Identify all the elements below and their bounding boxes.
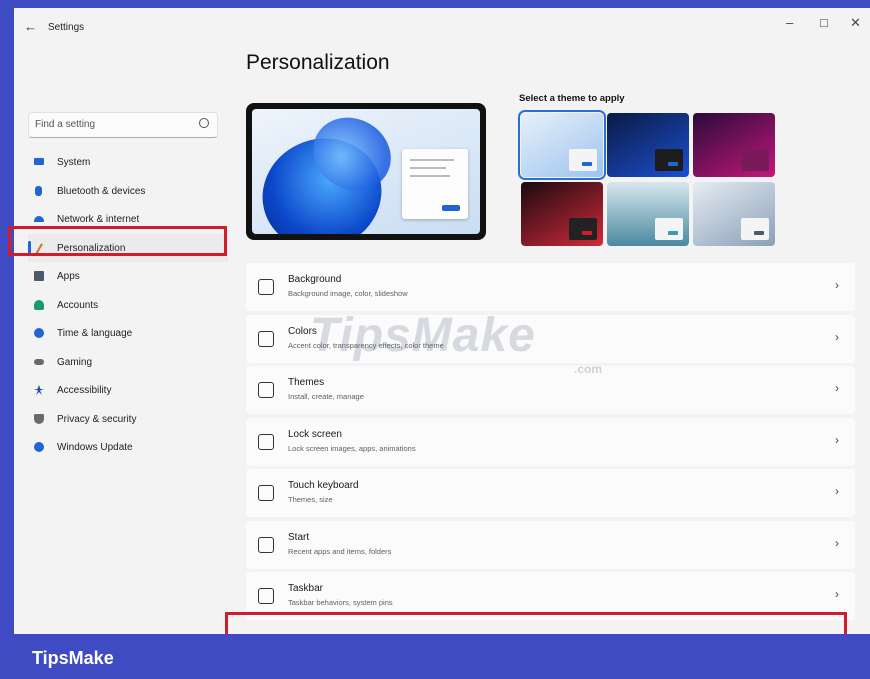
search-input[interactable]: Find a setting: [35, 119, 95, 130]
sidebar-item-label: Accounts: [57, 299, 99, 311]
theme-window-icon: [569, 149, 597, 171]
chevron-right-icon: ›: [835, 535, 839, 550]
sidebar-nav: System Bluetooth & devices Network & inter…: [28, 148, 228, 462]
preview-wallpaper: [252, 109, 480, 234]
settings-row-touch-keyboard[interactable]: Touch keyboard Themes, size ›: [246, 469, 855, 517]
row-title: Taskbar: [288, 583, 324, 594]
footer-banner: TipsMake: [0, 634, 870, 679]
theme-option[interactable]: [607, 182, 689, 246]
row-title: Touch keyboard: [288, 480, 359, 491]
accessibility-icon: [34, 385, 44, 395]
sidebar-item-apps[interactable]: Apps: [28, 262, 228, 291]
preview-accent-button: [442, 205, 460, 211]
row-subtitle: Recent apps and items, folders: [288, 546, 392, 556]
search-box[interactable]: Find a setting: [28, 112, 218, 138]
sidebar-item-windows-update[interactable]: Windows Update: [28, 433, 228, 462]
sidebar-item-label: Windows Update: [57, 442, 133, 453]
person-icon: [34, 299, 44, 310]
settings-row-themes[interactable]: Themes Install, create, manage ›: [246, 366, 855, 414]
back-arrow-icon[interactable]: ←: [24, 19, 37, 34]
sidebar-item-label: Time & language: [57, 328, 133, 339]
bluetooth-icon: [35, 185, 42, 196]
sidebar-item-label: Gaming: [57, 356, 93, 368]
settings-window: ← Settings – □ ✕ Personalization Find a …: [14, 8, 870, 634]
row-subtitle: Taskbar behaviors, system pins: [288, 598, 393, 607]
sidebar-item-label: Accessibility: [57, 385, 112, 396]
wifi-icon: [34, 216, 44, 222]
taskbar-icon: [258, 588, 274, 604]
theme-option[interactable]: [693, 182, 775, 246]
theme-window-icon: [569, 218, 597, 240]
globe-clock-icon: [34, 328, 44, 338]
apps-icon: [34, 271, 44, 281]
chevron-right-icon: ›: [835, 432, 839, 447]
sidebar-item-label: System: [57, 157, 91, 168]
theme-window-icon: [655, 149, 683, 171]
title-bar: ← Settings – □ ✕: [14, 8, 870, 48]
image-icon: [258, 279, 274, 295]
shield-icon: [34, 413, 44, 424]
sidebar-item-privacy-security[interactable]: Privacy & security: [28, 405, 228, 434]
start-icon: [258, 536, 274, 553]
sidebar-item-label: Privacy & security: [57, 413, 137, 425]
row-subtitle: Themes, size: [288, 495, 333, 504]
sidebar-item-bluetooth-devices[interactable]: Bluetooth & devices: [28, 177, 228, 206]
theme-option[interactable]: [607, 113, 689, 177]
settings-row-background[interactable]: Background Background image, color, slide…: [246, 263, 855, 311]
settings-row-start[interactable]: Start Recent apps and items, folders ›: [246, 520, 855, 569]
update-icon: [34, 442, 44, 452]
sidebar-item-system[interactable]: System: [28, 148, 228, 177]
chevron-right-icon: ›: [835, 484, 839, 498]
theme-window-icon: [741, 218, 769, 240]
sidebar-item-label: Apps: [57, 271, 80, 282]
watermark: TipsMake: [310, 309, 536, 362]
sidebar-item-accessibility[interactable]: Accessibility: [28, 376, 228, 405]
theme-option[interactable]: [693, 113, 775, 177]
row-title: Start: [288, 531, 310, 543]
row-subtitle: Background image, color, slideshow: [288, 289, 408, 298]
gamepad-icon: [34, 358, 44, 365]
chevron-right-icon: ›: [835, 278, 839, 292]
row-title: Themes: [288, 377, 325, 388]
chevron-right-icon: ›: [835, 587, 839, 601]
sidebar-item-gaming[interactable]: Gaming: [28, 348, 228, 377]
preview-window-card: [402, 149, 468, 219]
row-title: Lock screen: [288, 428, 342, 440]
theme-option[interactable]: [521, 182, 603, 246]
brand-logo: TipsMake: [32, 648, 114, 668]
sidebar-item-time-language[interactable]: Time & language: [28, 319, 228, 348]
pen-icon: [258, 382, 274, 398]
sidebar-item-label: Network & internet: [57, 214, 140, 225]
row-title: Background: [288, 274, 342, 285]
watermark-suffix: .com: [574, 362, 603, 376]
themes-label: Select a theme to apply: [519, 93, 625, 104]
close-button[interactable]: ✕: [850, 15, 861, 31]
theme-window-icon: [655, 218, 683, 240]
monitor-icon: [34, 158, 44, 165]
app-title: Settings: [48, 22, 85, 33]
theme-preview: [246, 103, 486, 240]
lock-screen-icon: [258, 433, 274, 450]
row-subtitle: Lock screen images, apps, animations: [288, 443, 416, 453]
theme-option[interactable]: [518, 110, 606, 180]
settings-row-lock-screen[interactable]: Lock screen Lock screen images, apps, ani…: [246, 417, 855, 466]
keyboard-icon: [258, 485, 274, 501]
search-icon: [199, 118, 209, 128]
row-subtitle: Install, create, manage: [288, 392, 364, 401]
sidebar-item-label: Bluetooth & devices: [57, 185, 146, 197]
page-title: Personalization: [246, 51, 390, 74]
highlight-personalization: [8, 226, 227, 256]
sidebar-item-accounts[interactable]: Accounts: [28, 291, 228, 320]
maximize-button[interactable]: □: [820, 15, 828, 30]
chevron-right-icon: ›: [835, 329, 839, 344]
minimize-button[interactable]: –: [786, 15, 793, 30]
chevron-right-icon: ›: [835, 381, 839, 395]
theme-window-icon: [741, 149, 769, 171]
palette-icon: [258, 330, 274, 347]
